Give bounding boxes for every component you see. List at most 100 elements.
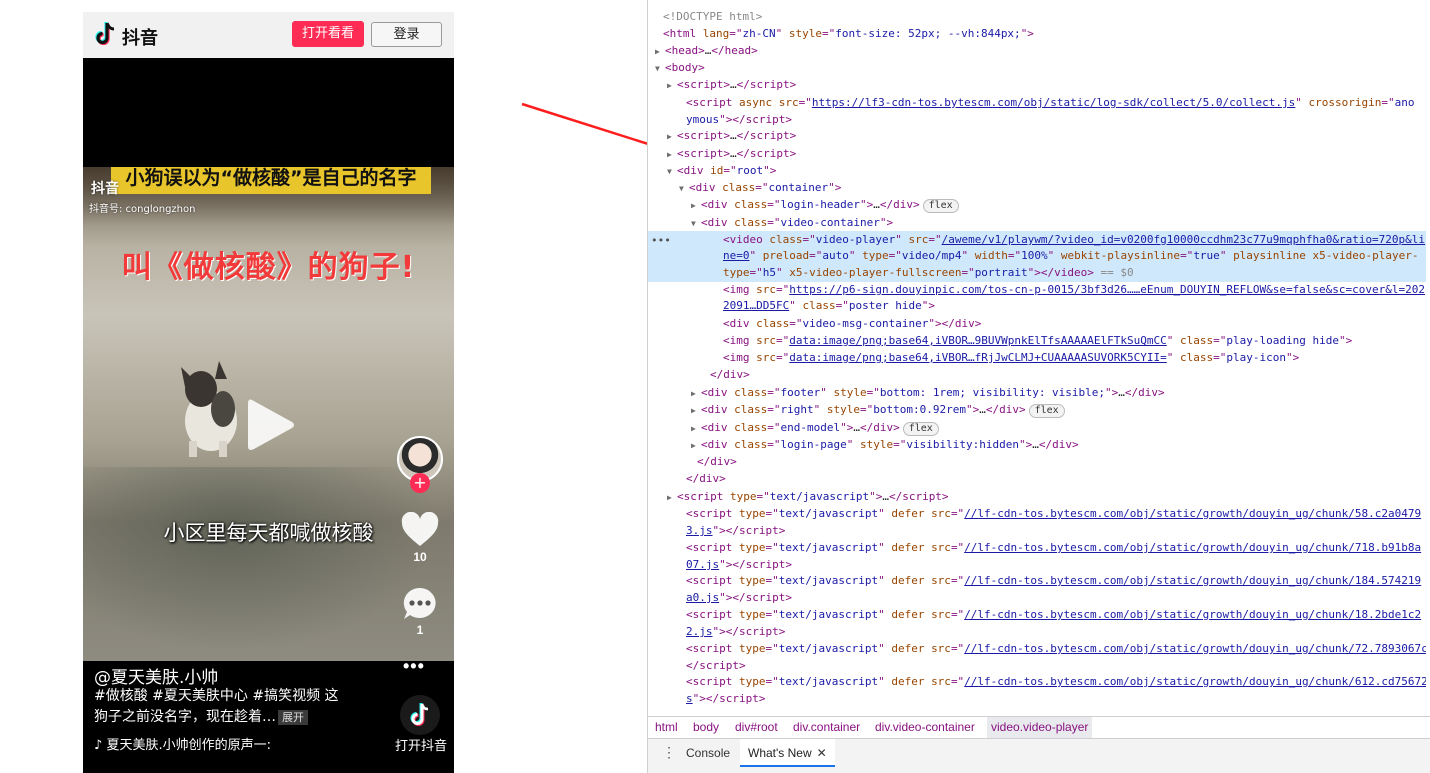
tab-whats-new[interactable]: What's New ✕	[740, 739, 835, 767]
dom-node-markup: <video class="video-player" src="/aweme/…	[723, 233, 1426, 246]
dom-tree-node[interactable]: ▶ <div class="login-page" style="visibili…	[648, 436, 1426, 453]
open-douyin-label[interactable]: 打开抖音	[388, 735, 454, 754]
expand-triangle-icon[interactable]: ▶	[691, 197, 701, 214]
video-player[interactable]: 小狗误以为“做核酸”是自己的名字 抖音 抖音号: conglongzhon 叫《…	[83, 167, 454, 661]
dom-tree-node[interactable]: <script async src="https://lf3-cdn-tos.b…	[648, 94, 1426, 111]
video-subtitle: 小区里每天都喊做核酸	[163, 521, 374, 545]
devtools-drawer: ⋮ Console What's New ✕	[648, 738, 1430, 773]
breadcrumb-item[interactable]: div.video-container	[871, 717, 979, 738]
expand-triangle-icon[interactable]: ▶	[667, 489, 677, 506]
open-douyin-icon[interactable]	[400, 695, 440, 735]
dom-tree-node[interactable]: ▶ <div class="right" style="bottom:0.92re…	[648, 401, 1426, 418]
breadcrumb-item[interactable]: body	[689, 717, 723, 738]
dom-tree-node[interactable]: ymous"></script>	[648, 111, 1426, 128]
dom-node-markup: </div>	[697, 455, 737, 468]
devtools-panel: <!DOCTYPE html> <html lang="zh-CN" style=…	[647, 0, 1430, 773]
dom-node-markup: 2091…DD5FC" class="poster hide">	[723, 299, 935, 312]
dom-tree-node[interactable]: ▶ <script>…</script>	[648, 127, 1426, 144]
dom-node-markup: ne=0" preload="auto" type="video/mp4" wi…	[723, 249, 1419, 262]
dom-tree-node[interactable]: ▼ <div class="container">	[648, 179, 1426, 196]
dom-tree-node[interactable]: s"></script>	[648, 690, 1426, 707]
dom-tree-node[interactable]: ▼ <div id="root">	[648, 162, 1426, 179]
dom-tree-node[interactable]: <img src="https://p6-sign.douyinpic.com/…	[648, 281, 1426, 298]
dom-node-markup: <script type="text/javascript" defer src…	[686, 675, 1426, 688]
dom-node-markup: <script type="text/javascript" defer src…	[686, 574, 1422, 587]
dom-tree-node[interactable]: <script type="text/javascript" defer src…	[648, 673, 1426, 690]
dom-tree-node[interactable]: <img src="data:image/png;base64,iVBOR…9B…	[648, 332, 1426, 349]
dom-tree-node[interactable]: type="h5" x5-video-player-fullscreen="po…	[648, 264, 1426, 281]
expand-button[interactable]: 展开	[278, 710, 308, 725]
dom-tree-node[interactable]: ▶ <script>…</script>	[648, 145, 1426, 162]
expand-triangle-icon[interactable]: ▶	[667, 77, 677, 94]
dom-node-markup: <script>…</script>	[677, 78, 797, 91]
dom-node-markup: a0.js"></script>	[686, 591, 792, 604]
dom-tree-node[interactable]: 3.js"></script>	[648, 522, 1426, 539]
dom-tree-node[interactable]: <script type="text/javascript" defer src…	[648, 572, 1426, 589]
dom-tree-node[interactable]: ▶ <div class="footer" style="bottom: 1rem…	[648, 384, 1426, 401]
breadcrumb-item[interactable]: video.video-player	[987, 717, 1093, 738]
dom-tree-node[interactable]: <script type="text/javascript" defer src…	[648, 539, 1426, 556]
dom-tree-node[interactable]: <script type="text/javascript" defer src…	[648, 505, 1426, 522]
dom-tree-node[interactable]: ne=0" preload="auto" type="video/mp4" wi…	[648, 247, 1426, 264]
login-button[interactable]: 登录	[371, 22, 442, 47]
dom-tree-node[interactable]: a0.js"></script>	[648, 589, 1426, 606]
dom-tree-node[interactable]: ▶ <head>…</head>	[648, 42, 1426, 59]
comment-icon[interactable]	[402, 586, 438, 622]
dom-tree-node[interactable]: 07.js"></script>	[648, 556, 1426, 573]
dom-tree-node[interactable]: <!DOCTYPE html>	[648, 8, 1426, 25]
drawer-menu-icon[interactable]: ⋮	[662, 745, 676, 759]
dom-node-markup: <div class="video-container">	[701, 216, 894, 229]
more-options-icon[interactable]: •••	[403, 657, 425, 675]
dom-tree-node[interactable]: </script>	[648, 657, 1426, 674]
expand-triangle-icon[interactable]: ▶	[691, 437, 701, 454]
expand-triangle-icon[interactable]: ▶	[691, 385, 701, 402]
dom-tree-node[interactable]: <div class="video-msg-container"></div>	[648, 315, 1426, 332]
expand-triangle-icon[interactable]: ▶	[691, 402, 701, 419]
dom-tree-node[interactable]: ▼ <div class="video-container">	[648, 214, 1426, 231]
dom-node-markup: <script type="text/javascript">…</script…	[677, 490, 949, 503]
music-title: 夏天美肤.小帅创作的原声一:	[106, 738, 271, 753]
elements-dom-tree[interactable]: <!DOCTYPE html> <html lang="zh-CN" style=…	[648, 5, 1426, 715]
collapse-triangle-icon[interactable]: ▼	[679, 180, 689, 197]
collapse-triangle-icon[interactable]: ▼	[691, 215, 701, 232]
dom-tree-node[interactable]: <img src="data:image/png;base64,iVBOR…fR…	[648, 349, 1426, 366]
dom-node-markup: <script>…</script>	[677, 147, 797, 160]
dom-tree-node[interactable]: ▶ <div class="login-header">…</div> flex	[648, 196, 1426, 213]
expand-triangle-icon[interactable]: ▶	[655, 43, 665, 60]
dom-node-markup: <body>	[665, 61, 705, 74]
dom-tree-node[interactable]: 2.js"></script>	[648, 623, 1426, 640]
follow-plus-icon[interactable]: +	[410, 473, 430, 493]
dom-node-markup: <div class="end-model">…</div> flex	[701, 421, 939, 436]
dom-tree-node[interactable]: <script type="text/javascript" defer src…	[648, 606, 1426, 623]
author-name[interactable]: @夏天美肤.小帅	[94, 663, 218, 688]
collapse-triangle-icon[interactable]: ▼	[667, 163, 677, 180]
collapse-triangle-icon[interactable]: ▼	[655, 60, 665, 77]
dom-tree-node[interactable]: </div>	[648, 453, 1426, 470]
play-icon[interactable]	[246, 396, 296, 454]
breadcrumb-item[interactable]: html	[651, 717, 682, 738]
expand-triangle-icon[interactable]: ▶	[667, 146, 677, 163]
music-info[interactable]: ♪ 夏天美肤.小帅创作的原声一:	[94, 734, 271, 753]
dom-node-markup: <div class="footer" style="bottom: 1rem;…	[701, 386, 1165, 399]
dom-tree-node[interactable]: ▶ <script>…</script>	[648, 76, 1426, 93]
dom-node-markup: type="h5" x5-video-player-fullscreen="po…	[723, 266, 1134, 279]
dom-tree-node[interactable]: ▶ <div class="end-model">…</div> flex	[648, 419, 1426, 436]
open-app-button[interactable]: 打开看看	[292, 21, 364, 47]
dom-tree-node[interactable]: <video class="video-player" src="/aweme/…	[648, 231, 1426, 248]
heart-icon[interactable]	[401, 512, 439, 548]
dom-tree-node[interactable]: </div>	[648, 366, 1426, 383]
dom-tree-node[interactable]: </div>	[648, 470, 1426, 487]
dom-tree-node[interactable]: 2091…DD5FC" class="poster hide">	[648, 297, 1426, 314]
dom-tree-node[interactable]: <script type="text/javascript" defer src…	[648, 640, 1426, 657]
breadcrumb-item[interactable]: div.container	[789, 717, 864, 738]
dom-tree-node[interactable]: <html lang="zh-CN" style="font-size: 52p…	[648, 25, 1426, 42]
breadcrumb-item[interactable]: div#root	[731, 717, 782, 738]
tab-console[interactable]: Console	[686, 746, 730, 760]
close-icon[interactable]: ✕	[817, 746, 827, 760]
dom-tree-node[interactable]: ▶ <script type="text/javascript">…</scrip…	[648, 488, 1426, 505]
expand-triangle-icon[interactable]: ▶	[691, 420, 701, 437]
dom-tree-node[interactable]: ▼ <body>	[648, 59, 1426, 76]
dom-node-markup: <div class="container">	[689, 181, 842, 194]
expand-triangle-icon[interactable]: ▶	[667, 128, 677, 145]
video-banner-caption: 小狗误以为“做核酸”是自己的名字	[111, 167, 431, 194]
